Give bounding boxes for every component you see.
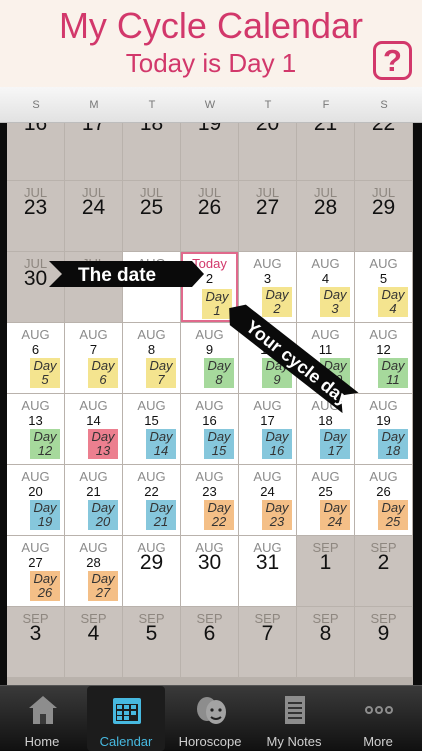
tab-label: More bbox=[363, 734, 393, 749]
tab-label: My Notes bbox=[266, 734, 322, 749]
notepad-icon bbox=[285, 696, 305, 724]
more-dots-icon bbox=[365, 706, 393, 714]
tab-horoscope[interactable]: Horoscope bbox=[171, 686, 249, 751]
tab-my-notes[interactable]: My Notes bbox=[255, 686, 333, 751]
cycle-annotation-label: Your cycle day bbox=[242, 316, 353, 409]
theater-masks-icon bbox=[197, 697, 226, 724]
tab-calendar[interactable]: Calendar bbox=[87, 686, 165, 751]
cycle-day-banner: Your cycle day bbox=[229, 304, 359, 414]
tab-label: Calendar bbox=[99, 734, 153, 749]
calendar-icon bbox=[113, 698, 141, 724]
annotation-layer: The date Your cycle day bbox=[49, 261, 359, 414]
tab-more[interactable]: More bbox=[339, 686, 417, 751]
home-icon bbox=[29, 696, 57, 724]
tab-home[interactable]: Home bbox=[3, 686, 81, 751]
tab-label: Home bbox=[24, 734, 60, 749]
tab-bar: Home Calendar Horoscope My Notes More bbox=[0, 685, 422, 751]
tab-label: Horoscope bbox=[178, 734, 242, 749]
date-annotation-label: The date bbox=[78, 265, 156, 286]
